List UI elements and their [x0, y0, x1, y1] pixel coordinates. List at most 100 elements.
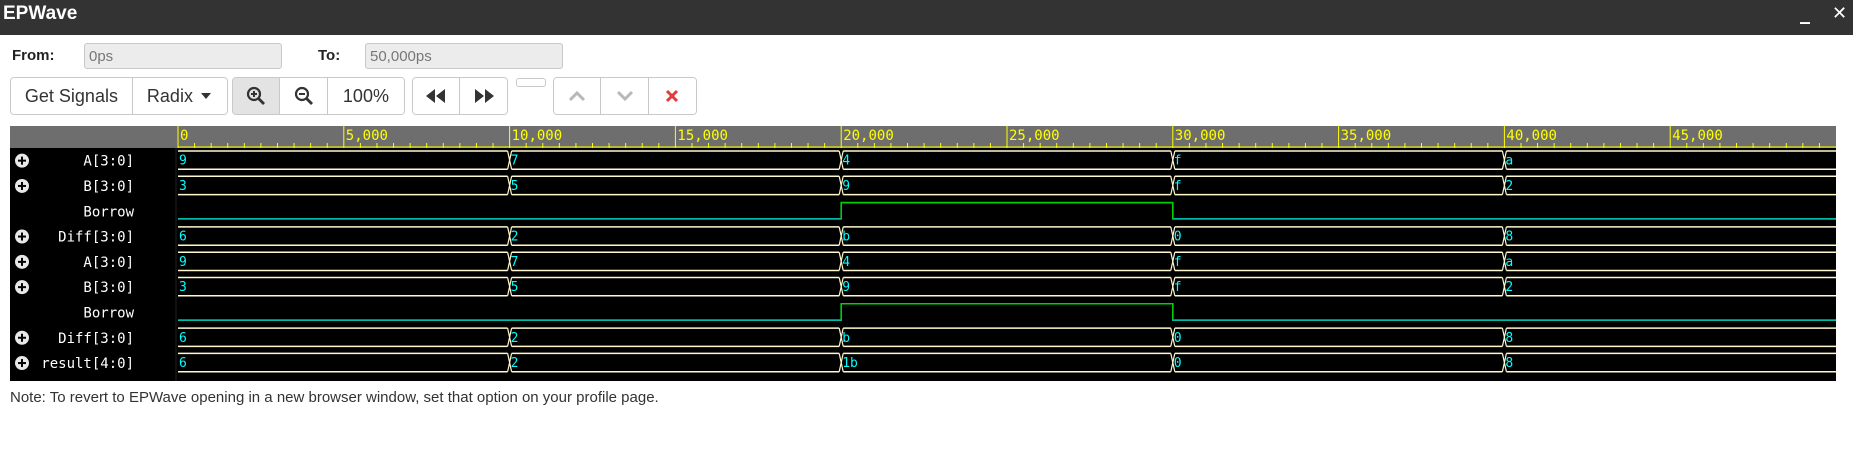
chevron-up-icon	[569, 90, 586, 102]
signal-name: Diff[3:0]	[58, 331, 134, 347]
zoom-level-label: 100%	[342, 85, 389, 106]
caret-down-icon	[200, 93, 211, 99]
bus-value: f	[1174, 179, 1182, 194]
signal-edit-button-group	[553, 77, 697, 115]
bus-value: 1b	[842, 356, 858, 371]
plus-circle-icon[interactable]	[15, 330, 29, 345]
time-ruler[interactable]	[10, 126, 1836, 148]
to-input[interactable]	[365, 43, 563, 69]
tick-label: 35,000	[1341, 128, 1392, 144]
signal-name: Borrow	[83, 204, 134, 220]
tick-label: 20,000	[843, 128, 894, 144]
bus-value: 2	[1505, 179, 1513, 194]
bus-value: a	[1505, 255, 1513, 270]
bus-value: 6	[179, 356, 187, 371]
bus-value: 7	[511, 154, 519, 169]
title-bar: EPWave _ ✕	[0, 0, 1853, 35]
tick-label: 0	[180, 128, 188, 144]
zoom-in-button[interactable]	[233, 78, 281, 114]
bus-value: 0	[1174, 331, 1182, 346]
bus-value: 9	[842, 179, 850, 194]
bus-value: 4	[842, 255, 850, 270]
bus-value: f	[1174, 154, 1182, 169]
tick-label: 40,000	[1506, 128, 1557, 144]
move-down-button[interactable]	[601, 78, 649, 114]
tick-label: 5,000	[346, 128, 388, 144]
bus-value: 6	[179, 230, 187, 245]
from-input[interactable]	[84, 43, 282, 69]
zoom-level-button[interactable]: 100%	[327, 78, 404, 114]
plus-circle-icon[interactable]	[15, 229, 29, 244]
bus-value: 2	[511, 331, 519, 346]
fast-forward-button[interactable]	[460, 78, 507, 114]
get-signals-button[interactable]: Get Signals	[11, 78, 133, 114]
bit-high-region	[841, 303, 1173, 321]
plus-circle-icon[interactable]	[15, 356, 29, 371]
from-label: From:	[12, 47, 55, 64]
signal-name: Borrow	[83, 305, 134, 321]
bus-value: 5	[511, 280, 519, 295]
zoom-button-group: 100%	[232, 77, 405, 115]
close-button[interactable]: ✕	[1832, 3, 1847, 25]
tick-label: 10,000	[512, 128, 563, 144]
bus-value: 2	[511, 230, 519, 245]
signals-button-group: Get Signals Radix	[10, 77, 228, 115]
radix-dropdown[interactable]: Radix	[132, 78, 227, 114]
bus-value: 2	[511, 356, 519, 371]
signal-name: B[3:0]	[83, 280, 134, 296]
to-label: To:	[318, 47, 341, 64]
signal-name: Diff[3:0]	[58, 230, 134, 246]
zoom-out-button[interactable]	[280, 78, 328, 114]
bus-value: a	[1505, 154, 1513, 169]
tick-label: 25,000	[1009, 128, 1060, 144]
tick-label: 30,000	[1175, 128, 1226, 144]
minimize-button[interactable]: _	[1800, 1, 1810, 23]
navigate-button-group	[412, 77, 508, 115]
bit-high-region	[841, 202, 1173, 219]
zoom-in-icon	[247, 86, 266, 105]
bus-value: 8	[1505, 230, 1513, 245]
plus-circle-icon[interactable]	[15, 254, 29, 269]
bus-value: 3	[179, 179, 187, 194]
bus-value: 9	[179, 154, 187, 169]
bus-value: 0	[1174, 230, 1182, 245]
delete-signal-button[interactable]	[648, 78, 696, 114]
plus-circle-icon[interactable]	[15, 153, 29, 168]
bus-value: 9	[842, 280, 850, 295]
bus-value: 9	[179, 255, 187, 270]
move-up-button[interactable]	[554, 78, 602, 114]
fast-forward-icon	[474, 89, 494, 103]
window-title: EPWave	[3, 3, 78, 24]
plus-circle-icon[interactable]	[15, 280, 29, 295]
rewind-button[interactable]	[413, 78, 461, 114]
signal-name: A[3:0]	[83, 154, 134, 170]
bus-value: 4	[842, 154, 850, 169]
bus-value: f	[1174, 255, 1182, 270]
signal-name: result[4:0]	[41, 356, 134, 372]
wave-background	[10, 126, 1836, 381]
tick-label: 15,000	[677, 128, 728, 144]
bus-value: b	[842, 331, 850, 346]
waveform-viewer[interactable]: 0 5,000 10,000 15,000 20,000 25,000 30,000 35,0…	[10, 126, 1836, 381]
empty-toggle-button[interactable]	[516, 78, 546, 87]
bus-value: b	[842, 230, 850, 245]
tick-label: 45,000	[1672, 128, 1723, 144]
bus-value: 0	[1174, 356, 1182, 371]
rewind-icon	[426, 89, 445, 103]
note-text: Note: To revert to EPWave opening in a n…	[10, 389, 659, 406]
bus-value: 7	[511, 255, 519, 270]
radix-label: Radix	[146, 85, 193, 106]
bus-value: 2	[1505, 280, 1513, 295]
chevron-down-icon	[616, 90, 633, 102]
get-signals-label: Get Signals	[24, 85, 118, 106]
signal-name: A[3:0]	[83, 255, 134, 271]
bus-value: 8	[1505, 331, 1513, 346]
bus-value: 6	[179, 331, 187, 346]
signal-name: B[3:0]	[83, 179, 134, 195]
bus-value: 8	[1505, 356, 1513, 371]
bus-value: 5	[511, 179, 519, 194]
delete-x-icon	[666, 89, 679, 103]
plus-circle-icon[interactable]	[15, 178, 29, 193]
bus-value: 3	[179, 280, 187, 295]
bus-value: f	[1174, 280, 1182, 295]
